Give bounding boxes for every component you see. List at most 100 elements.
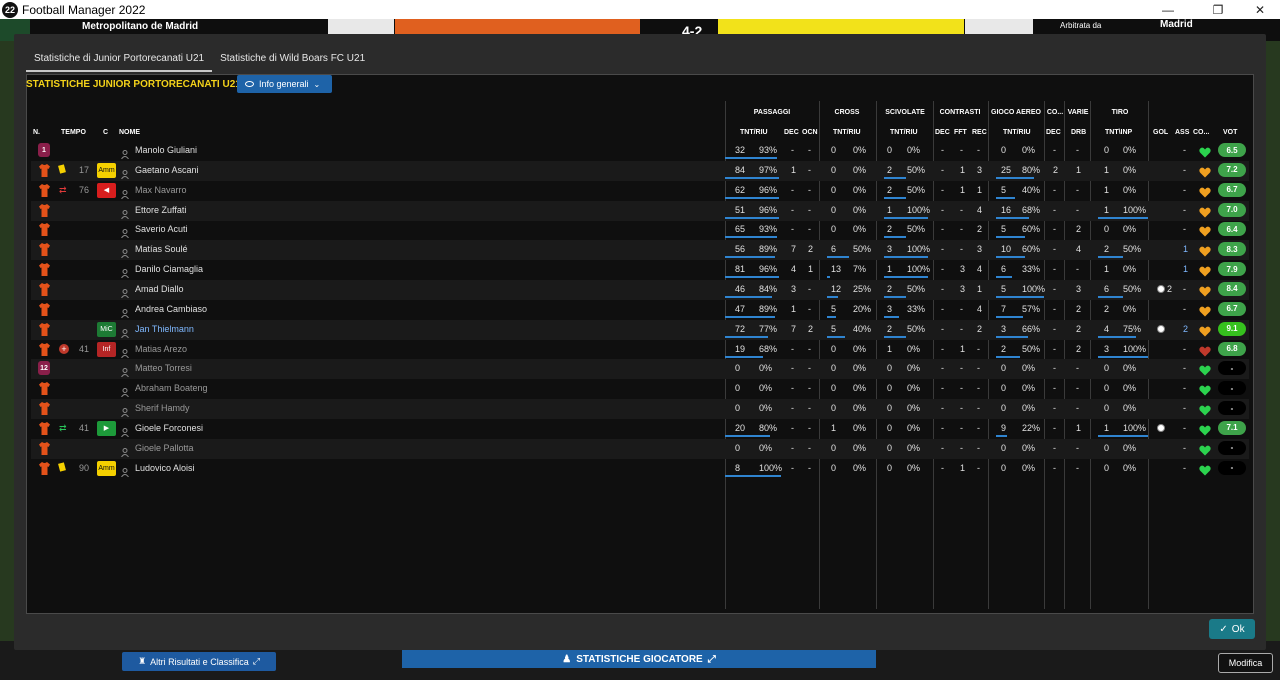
col-co-dec[interactable]: DEC (1046, 129, 1061, 136)
table-row[interactable]: +41 Inf Matias Arezo 19 68% - -0 0% 1 0% -1-2 50% -2… (31, 340, 1249, 360)
tackles-bar (884, 196, 906, 199)
table-row[interactable]: 1 Manolo Giuliani 32 93% - - 0 0% 0 0% - - - 0 0% - - 0 0%… (31, 141, 1249, 161)
player-name[interactable]: Max Navarro (135, 185, 187, 195)
ok-button[interactable]: ✓ Ok (1209, 619, 1255, 639)
recoveries: - (977, 343, 980, 354)
tackles-attempted: 0 (887, 383, 893, 394)
player-name[interactable]: Matias Arezo (135, 344, 187, 354)
player-name[interactable]: Saverio Acuti (135, 224, 188, 234)
col-cross-tnt[interactable]: TNT/RIU (833, 129, 861, 136)
tackles-attempted: 0 (887, 403, 893, 414)
col-rec[interactable]: REC (972, 129, 987, 136)
table-row[interactable]: Danilo Ciamaglia 81 96% 4 1 13 7% 1 100% -3 4 6 33% -… (31, 260, 1249, 280)
crosses-completed-pct: 20% (853, 303, 872, 314)
player-name[interactable]: Danilo Ciamaglia (135, 264, 203, 274)
fouls: - (960, 224, 963, 235)
player-name[interactable]: Andrea Cambiaso (135, 304, 207, 314)
table-row[interactable]: Andrea Cambiaso 47 89% 1-5 20% 3 33% - -4 7 57% -2 2… (31, 300, 1249, 320)
col-ass[interactable]: ASS (1175, 129, 1189, 136)
close-button[interactable]: ✕ (1240, 0, 1280, 19)
person-icon (121, 444, 129, 458)
table-row[interactable]: 12 Matteo Torresi 0 0% - - 0 0% 0 0% - - - 0 0% - - 0 0% - - (31, 359, 1249, 380)
col-tiro-tnt[interactable]: TNT\INP (1105, 129, 1132, 136)
other-results-button[interactable]: ♜ Altri Risultati e Classifica ⤢ (122, 652, 276, 671)
shots-bar (1098, 295, 1123, 298)
col-pass-tnt[interactable]: TNT/RIU (740, 129, 768, 136)
player-name[interactable]: Gaetano Ascani (135, 165, 199, 175)
table-row[interactable]: ⇄ 41 ▶ Gioele Forconesi 20 80% - - 1 0% 0 0% - - - 9 22%… (31, 419, 1249, 439)
dribbles: 3 (1076, 283, 1082, 294)
shots-on-target-pct: 0% (1123, 442, 1137, 453)
table-row[interactable]: Amad Diallo 46 84% 3-12 25% 2 50% -3 1 5 100% -3 6 50… (31, 279, 1249, 300)
col-aereo-tnt[interactable]: TNT/RIU (1003, 129, 1031, 136)
player-name[interactable]: Gioele Pallotta (135, 443, 194, 453)
col-pass-dec[interactable]: DEC (784, 129, 799, 136)
person-icon (121, 186, 129, 199)
table-row[interactable]: ⇄ 76 ◀ Max Navarro 62 96% - -0 0% 2 50% -1 1 5 40% - -1 0… (31, 181, 1249, 201)
col-c[interactable]: C (103, 129, 108, 136)
key-tackles: - (941, 164, 944, 175)
player-name[interactable]: Gioele Forconesi (135, 423, 203, 433)
match-stats-dialog: Statistiche di Junior Portorecanati U21 … (14, 34, 1266, 650)
crosses-attempted: 0 (831, 442, 837, 453)
table-row[interactable]: Matías Soulé 56 89% 7 2 6 50% 3 100% - -3 10 60% -4 2 5… (31, 240, 1249, 261)
col-pass-ocn[interactable]: OCN (802, 129, 818, 136)
col-condition[interactable]: CO... (1193, 129, 1209, 136)
edit-button[interactable]: Modifica (1218, 653, 1273, 673)
col-vot[interactable]: VOT (1223, 129, 1237, 136)
shots: 6 (1104, 283, 1110, 294)
col-con-dec[interactable]: DEC (935, 129, 950, 136)
tab-away-team-stats[interactable]: Statistiche di Wild Boars FC U21 (212, 48, 373, 72)
table-row[interactable]: Ettore Zuffati 51 96% - -0 0% 1 100% - -4 16 68% - -1… (31, 200, 1249, 221)
col-tempo[interactable]: TEMPO (61, 129, 86, 136)
col-sciv-tnt[interactable]: TNT/RIU (890, 129, 918, 136)
assists: - (1183, 442, 1186, 453)
col-nome[interactable]: NOME (119, 129, 140, 136)
table-row[interactable]: Sherif Hamdy 0 0% - - 0 0% 0 0% - - - 0 0% - - 0 0% - - (31, 399, 1249, 420)
shirt-icon (39, 382, 50, 396)
condition-heart-icon (1199, 443, 1211, 456)
table-row[interactable]: Gioele Pallotta 0 0% - - 0 0% 0 0% - - - 0 0% - - 0 0% - - (31, 438, 1249, 459)
tackles-won-pct: 0% (907, 462, 921, 473)
person-icon (121, 464, 129, 477)
player-name[interactable]: Abraham Boateng (135, 383, 208, 393)
view-selector-button[interactable]: Info generali ⌄ (237, 75, 332, 93)
player-name[interactable]: Matías Soulé (135, 244, 188, 254)
table-row[interactable]: 17 Amm Gaetano Ascani 84 97% 1-0 0% 2 50% -1 3 25 80… (31, 160, 1249, 181)
player-name[interactable]: Matteo Torresi (135, 363, 192, 373)
tab-home-team-stats[interactable]: Statistiche di Junior Portorecanati U21 (26, 48, 213, 72)
headers-won-pct: 0% (1022, 462, 1036, 473)
passes-completed-pct: 0% (759, 442, 773, 453)
col-n[interactable]: N. (33, 129, 40, 136)
col-drb[interactable]: DRB (1071, 129, 1086, 136)
rating-badge: - (1218, 381, 1246, 396)
col-fft[interactable]: FFT (954, 129, 967, 136)
minimize-button[interactable]: — (1148, 0, 1188, 19)
table-row[interactable]: Saverio Acuti 65 93% - - 0 0% 2 50% - - 2 5 60% - 2 0 0% -… (31, 220, 1249, 240)
passes-bar (725, 434, 770, 437)
passes-bar (725, 474, 781, 477)
player-name[interactable]: Sherif Hamdy (135, 403, 190, 413)
table-row[interactable]: 90 Amm Ludovico Aloisi 8 100% - -0 0% 0 0% -1-0 0% -… (31, 459, 1249, 479)
maximize-button[interactable]: ❐ (1198, 0, 1238, 19)
player-name[interactable]: Amad Diallo (135, 284, 184, 294)
shots: 2 (1104, 244, 1110, 255)
col-gol[interactable]: GOL (1153, 129, 1168, 136)
table-row[interactable]: MiC Jan Thielmann 72 77% 7 2 5 40% 2 50% - -2 3 66% -2… (31, 319, 1249, 340)
player-name[interactable]: Ludovico Aloisi (135, 463, 195, 473)
table-row[interactable]: Abraham Boateng 0 0% - - 0 0% 0 0% - - - 0 0% - - 0 0% - - (31, 379, 1249, 399)
person-icon (121, 424, 129, 438)
headers-won-pct: 66% (1022, 323, 1041, 334)
dribbles: 2 (1076, 303, 1082, 314)
shots-on-target-pct: 0% (1123, 224, 1137, 235)
tackles-attempted: 1 (887, 343, 893, 354)
shots-bar (1098, 434, 1148, 437)
player-name[interactable]: Ettore Zuffati (135, 205, 186, 215)
passes-attempted: 56 (735, 244, 746, 255)
player-stats-button[interactable]: ♟ STATISTICHE GIOCATORE ⤢ (402, 650, 876, 668)
player-name[interactable]: Jan Thielmann (135, 324, 194, 334)
decisive-passes: - (791, 383, 794, 394)
passes-attempted: 46 (735, 283, 746, 294)
player-name[interactable]: Manolo Giuliani (135, 145, 197, 155)
headers-attempted: 0 (1001, 363, 1007, 374)
